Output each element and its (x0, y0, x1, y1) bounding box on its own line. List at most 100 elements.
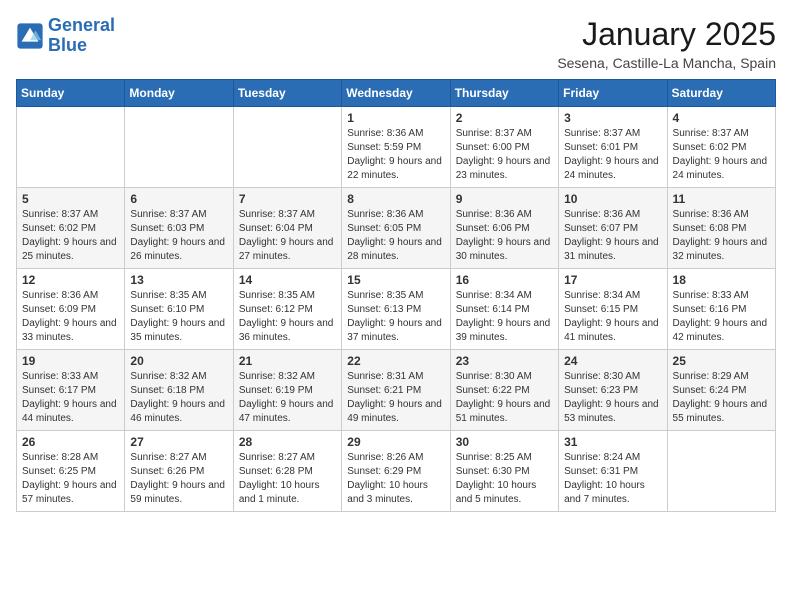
day-cell: 28 Sunrise: 8:27 AMSunset: 6:28 PMDayligh… (233, 431, 341, 512)
day-info: Sunrise: 8:37 AMSunset: 6:04 PMDaylight:… (239, 208, 336, 264)
day-info: Sunrise: 8:33 AMSunset: 6:17 PMDaylight:… (22, 370, 119, 426)
day-info: Sunrise: 8:34 AMSunset: 6:14 PMDaylight:… (456, 289, 553, 345)
day-cell: 15Sunrise: 8:35 AMSunset: 6:13 PMDayligh… (342, 269, 450, 350)
day-info: Sunrise: 8:30 AMSunset: 6:22 PMDaylight:… (456, 370, 553, 426)
day-info: Sunrise: 8:34 AMSunset: 6:15 PMDaylight:… (564, 289, 661, 345)
day-number: 15 (347, 273, 444, 287)
day-number: 30 (456, 435, 553, 449)
day-cell: 16 Sunrise: 8:34 AMSunset: 6:14 PMDayligh… (450, 269, 558, 350)
day-info: Sunrise: 8:27 AMSunset: 6:28 PMDaylight:… (239, 451, 336, 507)
week-row-1: 1 Sunrise: 8:36 AMSunset: 5:59 PMDaylight… (17, 107, 776, 188)
day-number: 21 (239, 354, 336, 368)
day-cell: 29 Sunrise: 8:26 AMSunset: 6:29 PMDayligh… (342, 431, 450, 512)
day-number: 11 (673, 192, 770, 206)
day-number: 25 (673, 354, 770, 368)
calendar-table: SundayMondayTuesdayWednesdayThursdayFrid… (16, 79, 776, 512)
week-row-3: 12Sunrise: 8:36 AMSunset: 6:09 PMDayligh… (17, 269, 776, 350)
day-number: 24 (564, 354, 661, 368)
weekday-header-monday: Monday (125, 80, 233, 107)
day-info: Sunrise: 8:36 AMSunset: 6:08 PMDaylight:… (673, 208, 770, 264)
weekday-header-thursday: Thursday (450, 80, 558, 107)
day-info: Sunrise: 8:35 AMSunset: 6:12 PMDaylight:… (239, 289, 336, 345)
day-number: 1 (347, 111, 444, 125)
day-cell: 3 Sunrise: 8:37 AMSunset: 6:01 PMDaylight… (559, 107, 667, 188)
day-cell: 11 Sunrise: 8:36 AMSunset: 6:08 PMDayligh… (667, 188, 775, 269)
day-info: Sunrise: 8:36 AMSunset: 5:59 PMDaylight:… (347, 127, 444, 183)
logo-icon (16, 22, 44, 50)
day-cell: 10 Sunrise: 8:36 AMSunset: 6:07 PMDayligh… (559, 188, 667, 269)
day-info: Sunrise: 8:37 AMSunset: 6:03 PMDaylight:… (130, 208, 227, 264)
day-cell: 14 Sunrise: 8:35 AMSunset: 6:12 PMDayligh… (233, 269, 341, 350)
day-number: 5 (22, 192, 119, 206)
day-number: 3 (564, 111, 661, 125)
day-cell: 30 Sunrise: 8:25 AMSunset: 6:30 PMDayligh… (450, 431, 558, 512)
day-cell: 31 Sunrise: 8:24 AMSunset: 6:31 PMDayligh… (559, 431, 667, 512)
day-number: 7 (239, 192, 336, 206)
day-info: Sunrise: 8:37 AMSunset: 6:02 PMDaylight:… (673, 127, 770, 183)
weekday-header-wednesday: Wednesday (342, 80, 450, 107)
day-number: 9 (456, 192, 553, 206)
day-cell: 25 Sunrise: 8:29 AMSunset: 6:24 PMDayligh… (667, 350, 775, 431)
day-cell: 13Sunrise: 8:35 AMSunset: 6:10 PMDayligh… (125, 269, 233, 350)
day-info: Sunrise: 8:24 AMSunset: 6:31 PMDaylight:… (564, 451, 661, 507)
day-info: Sunrise: 8:36 AMSunset: 6:06 PMDaylight:… (456, 208, 553, 264)
day-number: 4 (673, 111, 770, 125)
day-cell (233, 107, 341, 188)
logo-line1: General (48, 15, 115, 35)
day-info: Sunrise: 8:32 AMSunset: 6:18 PMDaylight:… (130, 370, 227, 426)
day-number: 16 (456, 273, 553, 287)
day-cell: 24 Sunrise: 8:30 AMSunset: 6:23 PMDayligh… (559, 350, 667, 431)
day-number: 13 (130, 273, 227, 287)
day-cell: 27 Sunrise: 8:27 AMSunset: 6:26 PMDayligh… (125, 431, 233, 512)
location: Sesena, Castille-La Mancha, Spain (557, 55, 776, 71)
day-cell: 5 Sunrise: 8:37 AMSunset: 6:02 PMDaylight… (17, 188, 125, 269)
day-info: Sunrise: 8:25 AMSunset: 6:30 PMDaylight:… (456, 451, 553, 507)
day-number: 22 (347, 354, 444, 368)
week-row-4: 19 Sunrise: 8:33 AMSunset: 6:17 PMDayligh… (17, 350, 776, 431)
day-cell: 9 Sunrise: 8:36 AMSunset: 6:06 PMDaylight… (450, 188, 558, 269)
day-number: 28 (239, 435, 336, 449)
page-header: General Blue January 2025 Sesena, Castil… (16, 16, 776, 71)
day-number: 18 (673, 273, 770, 287)
day-cell: 18Sunrise: 8:33 AMSunset: 6:16 PMDayligh… (667, 269, 775, 350)
day-cell: 2 Sunrise: 8:37 AMSunset: 6:00 PMDaylight… (450, 107, 558, 188)
day-cell: 20 Sunrise: 8:32 AMSunset: 6:18 PMDayligh… (125, 350, 233, 431)
day-cell: 4 Sunrise: 8:37 AMSunset: 6:02 PMDaylight… (667, 107, 775, 188)
weekday-header-row: SundayMondayTuesdayWednesdayThursdayFrid… (17, 80, 776, 107)
day-number: 2 (456, 111, 553, 125)
day-info: Sunrise: 8:27 AMSunset: 6:26 PMDaylight:… (130, 451, 227, 507)
weekday-header-sunday: Sunday (17, 80, 125, 107)
day-info: Sunrise: 8:29 AMSunset: 6:24 PMDaylight:… (673, 370, 770, 426)
day-cell: 21Sunrise: 8:32 AMSunset: 6:19 PMDayligh… (233, 350, 341, 431)
day-cell: 22Sunrise: 8:31 AMSunset: 6:21 PMDayligh… (342, 350, 450, 431)
day-number: 27 (130, 435, 227, 449)
day-cell: 7 Sunrise: 8:37 AMSunset: 6:04 PMDaylight… (233, 188, 341, 269)
day-info: Sunrise: 8:37 AMSunset: 6:02 PMDaylight:… (22, 208, 119, 264)
day-info: Sunrise: 8:28 AMSunset: 6:25 PMDaylight:… (22, 451, 119, 507)
day-number: 20 (130, 354, 227, 368)
day-info: Sunrise: 8:36 AMSunset: 6:07 PMDaylight:… (564, 208, 661, 264)
day-number: 10 (564, 192, 661, 206)
day-cell (17, 107, 125, 188)
day-number: 31 (564, 435, 661, 449)
day-cell (125, 107, 233, 188)
day-info: Sunrise: 8:26 AMSunset: 6:29 PMDaylight:… (347, 451, 444, 507)
day-cell: 12Sunrise: 8:36 AMSunset: 6:09 PMDayligh… (17, 269, 125, 350)
logo: General Blue (16, 16, 115, 56)
day-info: Sunrise: 8:37 AMSunset: 6:01 PMDaylight:… (564, 127, 661, 183)
day-cell: 19 Sunrise: 8:33 AMSunset: 6:17 PMDayligh… (17, 350, 125, 431)
day-info: Sunrise: 8:36 AMSunset: 6:05 PMDaylight:… (347, 208, 444, 264)
day-cell: 6Sunrise: 8:37 AMSunset: 6:03 PMDaylight… (125, 188, 233, 269)
day-number: 19 (22, 354, 119, 368)
logo-line2: Blue (48, 35, 87, 55)
day-number: 8 (347, 192, 444, 206)
day-info: Sunrise: 8:37 AMSunset: 6:00 PMDaylight:… (456, 127, 553, 183)
day-number: 29 (347, 435, 444, 449)
day-info: Sunrise: 8:36 AMSunset: 6:09 PMDaylight:… (22, 289, 119, 345)
day-number: 23 (456, 354, 553, 368)
day-cell: 23 Sunrise: 8:30 AMSunset: 6:22 PMDayligh… (450, 350, 558, 431)
day-info: Sunrise: 8:30 AMSunset: 6:23 PMDaylight:… (564, 370, 661, 426)
day-number: 14 (239, 273, 336, 287)
day-cell: 1 Sunrise: 8:36 AMSunset: 5:59 PMDaylight… (342, 107, 450, 188)
day-cell: 17Sunrise: 8:34 AMSunset: 6:15 PMDayligh… (559, 269, 667, 350)
